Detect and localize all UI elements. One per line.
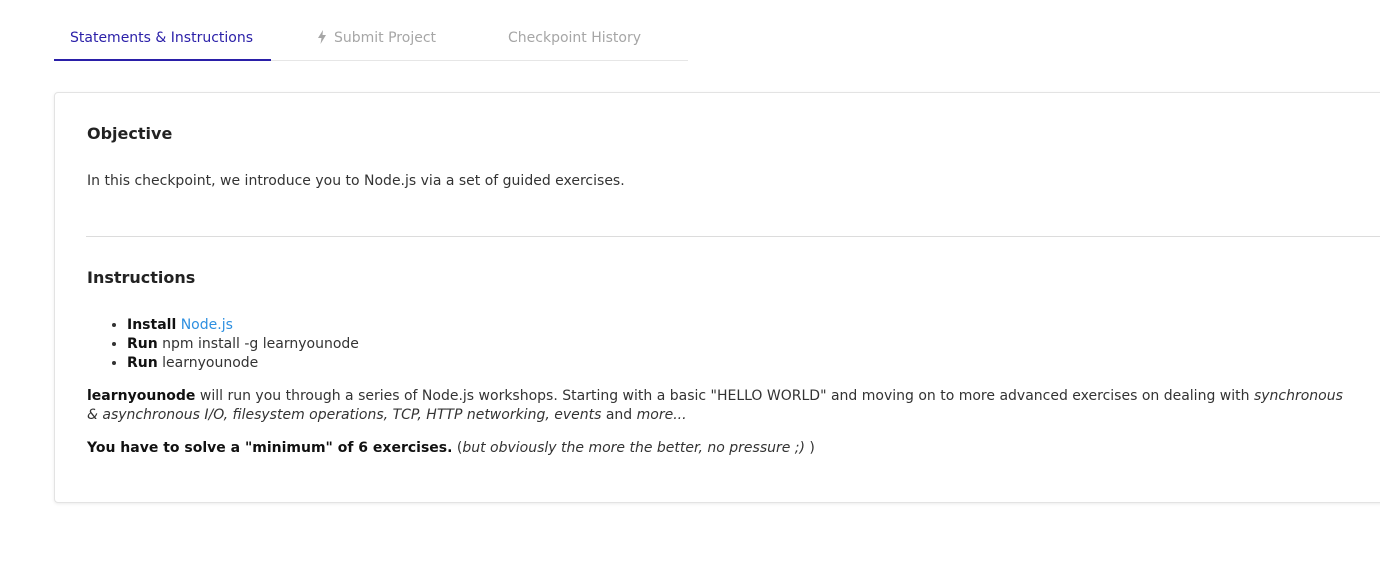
objective-text: In this checkpoint, we introduce you to …	[87, 173, 625, 189]
instructions-title: Instructions	[87, 268, 196, 287]
list-item: Install Node.js	[127, 316, 359, 335]
bold-term: learnyounode	[87, 388, 196, 404]
paren-close: )	[804, 440, 815, 456]
nodejs-link[interactable]: Node.js	[181, 317, 233, 333]
step-verb: Run	[127, 355, 158, 371]
description-text: will run you through a series of Node.js…	[195, 388, 1254, 404]
content-card: Objective In this checkpoint, we introdu…	[54, 92, 1380, 503]
tab-label: Checkpoint History	[508, 30, 642, 46]
step-verb: Run	[127, 336, 158, 352]
section-divider	[86, 236, 1380, 237]
tab-statements-instructions[interactable]: Statements & Instructions	[54, 18, 271, 61]
and-text: and	[601, 407, 637, 423]
step-command: npm install -g learnyounode	[162, 336, 359, 352]
step-command: learnyounode	[162, 355, 259, 371]
learnyounode-description: learnyounode will run you through a seri…	[87, 387, 1357, 425]
instructions-steps: Install Node.js Run npm install -g learn…	[87, 316, 359, 373]
tab-submit-project[interactable]: Submit Project	[271, 18, 461, 61]
objective-title: Objective	[87, 124, 173, 143]
list-item: Run learnyounode	[127, 354, 359, 373]
list-item: Run npm install -g learnyounode	[127, 335, 359, 354]
tab-label: Statements & Instructions	[70, 30, 254, 46]
requirement-bold: You have to solve a "minimum" of 6 exerc…	[87, 440, 453, 456]
step-verb: Install	[127, 317, 177, 333]
minimum-requirement: You have to solve a "minimum" of 6 exerc…	[87, 439, 1357, 458]
tab-checkpoint-history[interactable]: Checkpoint History	[461, 18, 688, 61]
tab-label: Submit Project	[334, 30, 437, 46]
tab-bar: Statements & Instructions Submit Project…	[54, 18, 688, 61]
bolt-icon	[318, 30, 326, 44]
requirement-italic: but obviously the more the better, no pr…	[462, 440, 805, 456]
more-italic: more...	[636, 407, 687, 423]
paren-open: (	[452, 440, 463, 456]
